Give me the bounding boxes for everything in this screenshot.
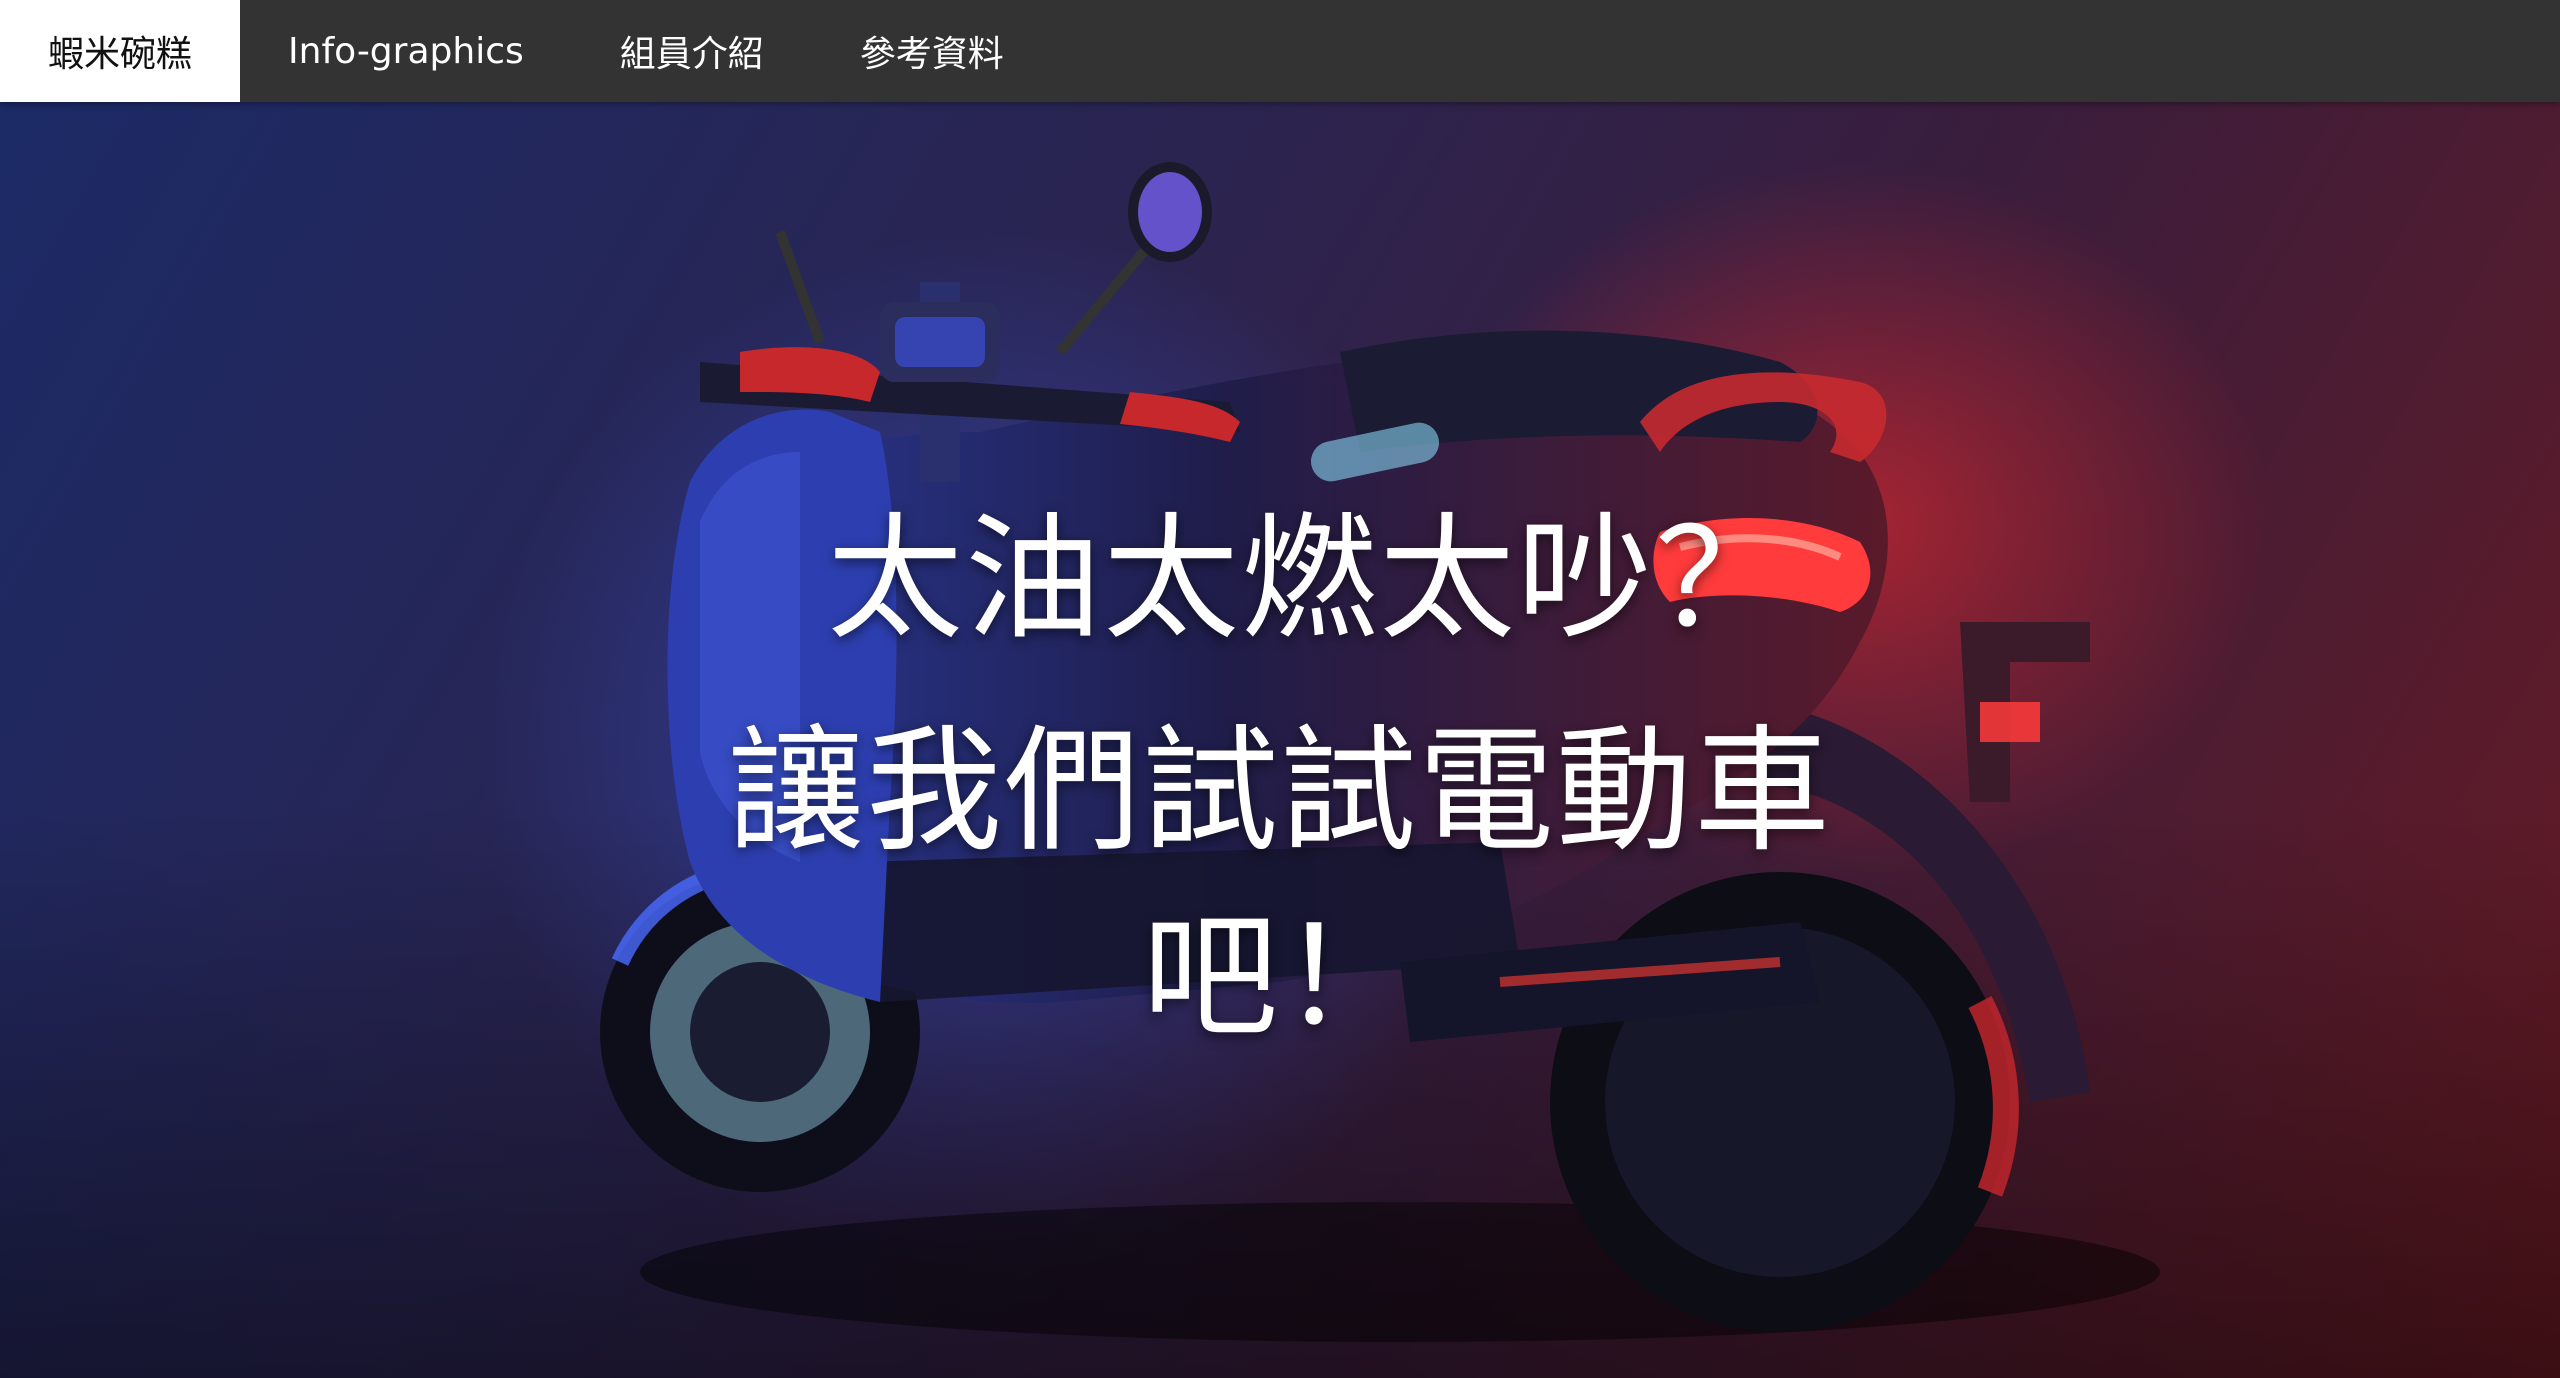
nav-item-label: 組員介紹 — [619, 34, 764, 75]
nav-item-references[interactable]: 參考資料 — [812, 0, 1052, 102]
nav-item-label: 參考資料 — [859, 34, 1004, 75]
top-navbar: 蝦米碗糕 Info-graphics 組員介紹 參考資料 — [0, 0, 2560, 102]
hero-banner: 太油太燃太吵？ 讓我們試試電動車 吧！ — [0, 102, 2560, 1378]
nav-item-label: 蝦米碗糕 — [48, 34, 193, 75]
nav-item-home[interactable]: 蝦米碗糕 — [0, 0, 241, 102]
nav-item-label: Info-graphics — [288, 30, 524, 72]
nav-item-members[interactable]: 組員介紹 — [572, 0, 812, 102]
electric-scooter-image — [0, 162, 2560, 1378]
nav-item-infographics[interactable]: Info-graphics — [240, 0, 572, 102]
